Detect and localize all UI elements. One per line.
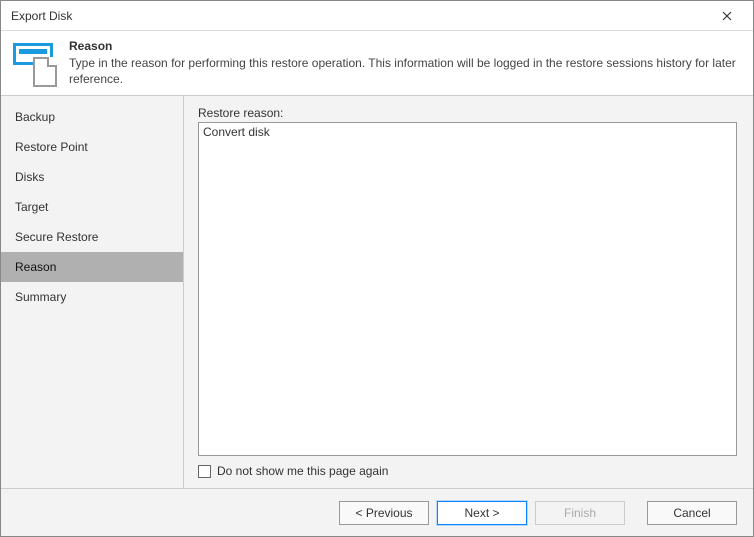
wizard-footer: < Previous Next > Finish Cancel — [1, 488, 753, 536]
next-button-label: Next > — [464, 506, 499, 520]
sidebar-item-secure-restore[interactable]: Secure Restore — [1, 222, 183, 252]
sidebar-item-backup[interactable]: Backup — [1, 102, 183, 132]
sidebar-item-label: Disks — [15, 170, 44, 184]
cancel-button[interactable]: Cancel — [647, 501, 737, 525]
finish-button-label: Finish — [564, 506, 596, 520]
sidebar-item-disks[interactable]: Disks — [1, 162, 183, 192]
do-not-show-row: Do not show me this page again — [198, 464, 737, 478]
sidebar-item-target[interactable]: Target — [1, 192, 183, 222]
sidebar-item-label: Reason — [15, 260, 56, 274]
sidebar-item-label: Backup — [15, 110, 55, 124]
wizard-step-title: Reason — [69, 39, 741, 53]
sidebar-item-summary[interactable]: Summary — [1, 282, 183, 312]
close-icon — [722, 11, 732, 21]
restore-reason-label: Restore reason: — [198, 106, 737, 120]
wizard-main-panel: Restore reason: Do not show me this page… — [184, 96, 753, 488]
sidebar-item-restore-point[interactable]: Restore Point — [1, 132, 183, 162]
wizard-header-text: Reason Type in the reason for performing… — [69, 39, 741, 87]
sidebar-item-label: Secure Restore — [15, 230, 98, 244]
export-disk-dialog: Export Disk Reason Type in the reason fo… — [0, 0, 754, 537]
previous-button-label: < Previous — [355, 506, 412, 520]
close-button[interactable] — [711, 2, 743, 30]
titlebar: Export Disk — [1, 1, 753, 31]
export-disk-icon — [11, 39, 59, 87]
previous-button[interactable]: < Previous — [339, 501, 429, 525]
sidebar-item-reason[interactable]: Reason — [1, 252, 183, 282]
do-not-show-checkbox[interactable] — [198, 465, 211, 478]
wizard-steps-sidebar: Backup Restore Point Disks Target Secure… — [1, 96, 184, 488]
restore-reason-field-wrap — [198, 122, 737, 456]
sidebar-item-label: Target — [15, 200, 48, 214]
window-title: Export Disk — [11, 9, 72, 23]
wizard-step-description: Type in the reason for performing this r… — [69, 55, 741, 87]
next-button[interactable]: Next > — [437, 501, 527, 525]
sidebar-item-label: Restore Point — [15, 140, 88, 154]
restore-reason-input[interactable] — [198, 122, 737, 456]
wizard-header: Reason Type in the reason for performing… — [1, 31, 753, 95]
do-not-show-label: Do not show me this page again — [217, 464, 388, 478]
sidebar-item-label: Summary — [15, 290, 66, 304]
cancel-button-label: Cancel — [673, 506, 710, 520]
wizard-body: Backup Restore Point Disks Target Secure… — [1, 95, 753, 488]
finish-button: Finish — [535, 501, 625, 525]
